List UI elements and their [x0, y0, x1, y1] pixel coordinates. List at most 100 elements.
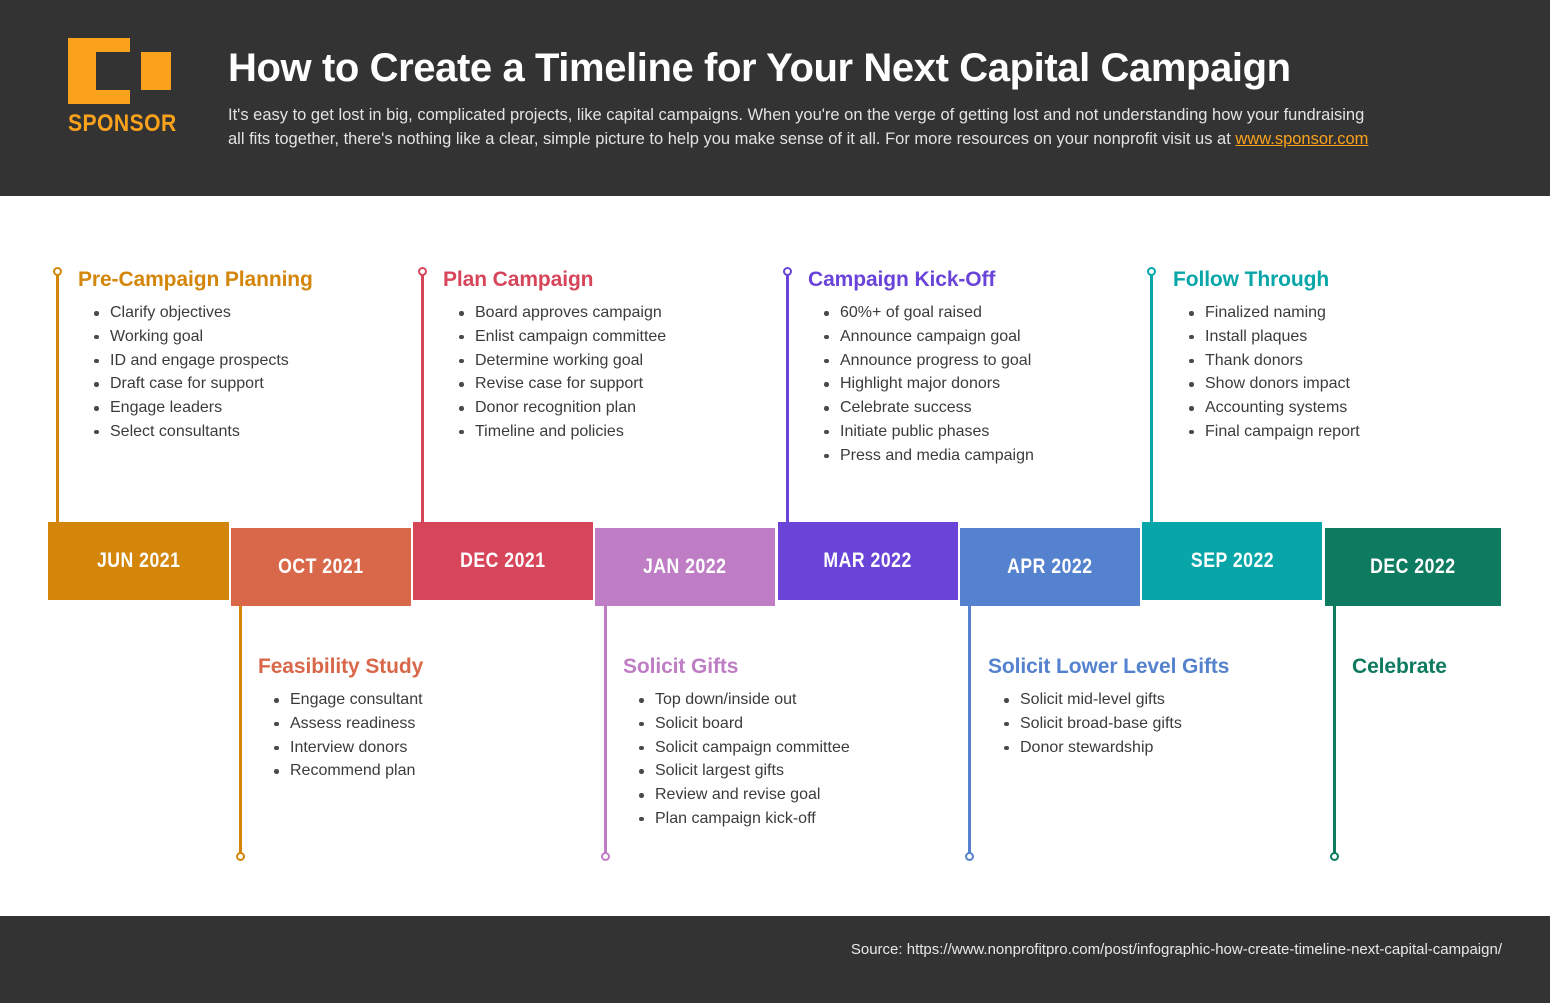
timeline-block-label: JUN 2021: [96, 549, 181, 572]
timeline-block-mar-2022[interactable]: MAR 2022: [778, 522, 958, 600]
logo-c-notch-shape: [96, 52, 130, 90]
page-subtitle: It's easy to get lost in big, complicate…: [228, 103, 1378, 151]
card-title: Follow Through: [1173, 268, 1330, 291]
timeline-block-dec-2022[interactable]: DEC 2022: [1325, 528, 1501, 606]
list-item: Review and revise goal: [639, 783, 850, 807]
card-bullet-list: Engage consultant Assess readiness Intervi…: [273, 688, 423, 783]
top-connector-3: [782, 267, 792, 524]
card-pre-campaign-planning: Pre-Campaign Planning Clarify objectives W…: [78, 268, 313, 444]
card-celebrate: Celebrate: [1352, 655, 1447, 688]
card-title: Celebrate: [1352, 655, 1447, 678]
bottom-connector-2: [600, 598, 610, 861]
timeline-block-label: DEC 2022: [1370, 555, 1456, 578]
list-item: Assess readiness: [273, 712, 423, 736]
list-item: Announce progress to goal: [824, 349, 1034, 373]
list-item: Thank donors: [1189, 349, 1360, 373]
list-item: Draft case for support: [94, 372, 313, 396]
card-bullet-list: Board approves campaign Enlist campaign c…: [458, 301, 666, 444]
list-item: Timeline and policies: [458, 420, 666, 444]
list-item: Solicit mid-level gifts: [1003, 688, 1229, 712]
list-item: Celebrate success: [824, 396, 1034, 420]
connector-dot-icon: [964, 852, 974, 861]
list-item: 60%+ of goal raised: [824, 301, 1034, 325]
card-bullet-list: Clarify objectives Working goal ID and eng…: [94, 301, 313, 444]
list-item: Solicit campaign committee: [639, 736, 850, 760]
list-item: Donor stewardship: [1003, 736, 1229, 760]
connector-dot-icon: [235, 852, 245, 861]
list-item: Accounting systems: [1189, 396, 1360, 420]
timeline-block-sep-2022[interactable]: SEP 2022: [1142, 522, 1322, 600]
card-bullet-list: 60%+ of goal raised Announce campaign goa…: [824, 301, 1034, 468]
list-item: Initiate public phases: [824, 420, 1034, 444]
list-item: ID and engage prospects: [94, 349, 313, 373]
card-bullet-list: Top down/inside out Solicit board Solicit …: [639, 688, 850, 831]
list-item: Determine working goal: [458, 349, 666, 373]
list-item: Revise case for support: [458, 372, 666, 396]
timeline-block-apr-2022[interactable]: APR 2022: [960, 528, 1140, 606]
logo-wordmark: SPONSOR: [68, 110, 177, 137]
list-item: Show donors impact: [1189, 372, 1360, 396]
sponsor-website-link[interactable]: www.sponsor.com: [1235, 130, 1368, 148]
card-title: Plan Campaign: [443, 268, 594, 291]
connector-dot-icon: [1329, 852, 1339, 861]
source-text: Source: https://www.nonprofitpro.com/pos…: [850, 941, 1502, 958]
timeline-block-label: JAN 2022: [643, 555, 727, 578]
timeline-block-jun-2021[interactable]: JUN 2021: [48, 522, 229, 600]
timeline-block-label: DEC 2021: [460, 549, 546, 572]
list-item: Finalized naming: [1189, 301, 1360, 325]
connector-dot-icon: [417, 267, 427, 276]
card-title: Solicit Gifts: [623, 655, 739, 678]
list-item: Enlist campaign committee: [458, 325, 666, 349]
list-item: Top down/inside out: [639, 688, 850, 712]
footer-banner: Source: https://www.nonprofitpro.com/pos…: [0, 916, 1550, 1003]
card-bullet-list: Finalized naming Install plaques Thank don…: [1189, 301, 1360, 444]
card-title: Solicit Lower Level Gifts: [988, 655, 1230, 678]
timeline-block-dec-2021[interactable]: DEC 2021: [413, 522, 593, 600]
connector-dot-icon: [782, 267, 792, 276]
list-item: Recommend plan: [273, 759, 423, 783]
card-plan-campaign: Plan Campaign Board approves campaign Enli…: [443, 268, 666, 444]
timeline-block-label: APR 2022: [1007, 555, 1093, 578]
infographic-page: SPONSOR How to Create a Timeline for You…: [0, 0, 1550, 1003]
logo-square-shape: [141, 52, 171, 90]
list-item: Install plaques: [1189, 325, 1360, 349]
card-title: Feasibility Study: [258, 655, 424, 678]
list-item: Announce campaign goal: [824, 325, 1034, 349]
timeline-block-oct-2021[interactable]: OCT 2021: [231, 528, 411, 606]
list-item: Board approves campaign: [458, 301, 666, 325]
logo-c-icon: [68, 38, 172, 104]
timeline-block-label: MAR 2022: [823, 549, 913, 572]
list-item: Select consultants: [94, 420, 313, 444]
list-item: Clarify objectives: [94, 301, 313, 325]
sponsor-logo: SPONSOR: [68, 38, 178, 148]
bottom-connector-1: [235, 604, 245, 861]
top-connector-2: [417, 267, 427, 530]
connector-dot-icon: [1146, 267, 1156, 276]
list-item: Solicit largest gifts: [639, 759, 850, 783]
page-title: How to Create a Timeline for Your Next C…: [228, 46, 1291, 90]
list-item: Engage leaders: [94, 396, 313, 420]
list-item: Press and media campaign: [824, 444, 1034, 468]
top-connector-1: [52, 267, 62, 524]
card-feasibility-study: Feasibility Study Engage consultant Assess…: [258, 655, 423, 783]
timeline-block-label: OCT 2021: [278, 555, 364, 578]
top-connector-4: [1146, 267, 1156, 530]
card-follow-through: Follow Through Finalized naming Install pl…: [1173, 268, 1360, 444]
subtitle-text: It's easy to get lost in big, complicate…: [228, 106, 1365, 148]
list-item: Plan campaign kick-off: [639, 807, 850, 831]
timeline-block-label: SEP 2022: [1190, 549, 1274, 572]
bottom-connector-4: [1329, 598, 1339, 861]
card-title: Campaign Kick-Off: [808, 268, 996, 291]
card-solicit-gifts: Solicit Gifts Top down/inside out Solicit …: [623, 655, 850, 831]
timeline-block-jan-2022[interactable]: JAN 2022: [595, 528, 775, 606]
list-item: Solicit board: [639, 712, 850, 736]
list-item: Solicit broad-base gifts: [1003, 712, 1229, 736]
card-campaign-kick-off: Campaign Kick-Off 60%+ of goal raised Anno…: [808, 268, 1034, 468]
header-banner: SPONSOR How to Create a Timeline for You…: [0, 0, 1550, 196]
card-title: Pre-Campaign Planning: [78, 268, 313, 291]
connector-dot-icon: [600, 852, 610, 861]
card-solicit-lower-level-gifts: Solicit Lower Level Gifts Solicit mid-lev…: [988, 655, 1229, 759]
list-item: Donor recognition plan: [458, 396, 666, 420]
bottom-connector-3: [964, 604, 974, 861]
card-bullet-list: Solicit mid-level gifts Solicit broad-bas…: [1003, 688, 1229, 760]
